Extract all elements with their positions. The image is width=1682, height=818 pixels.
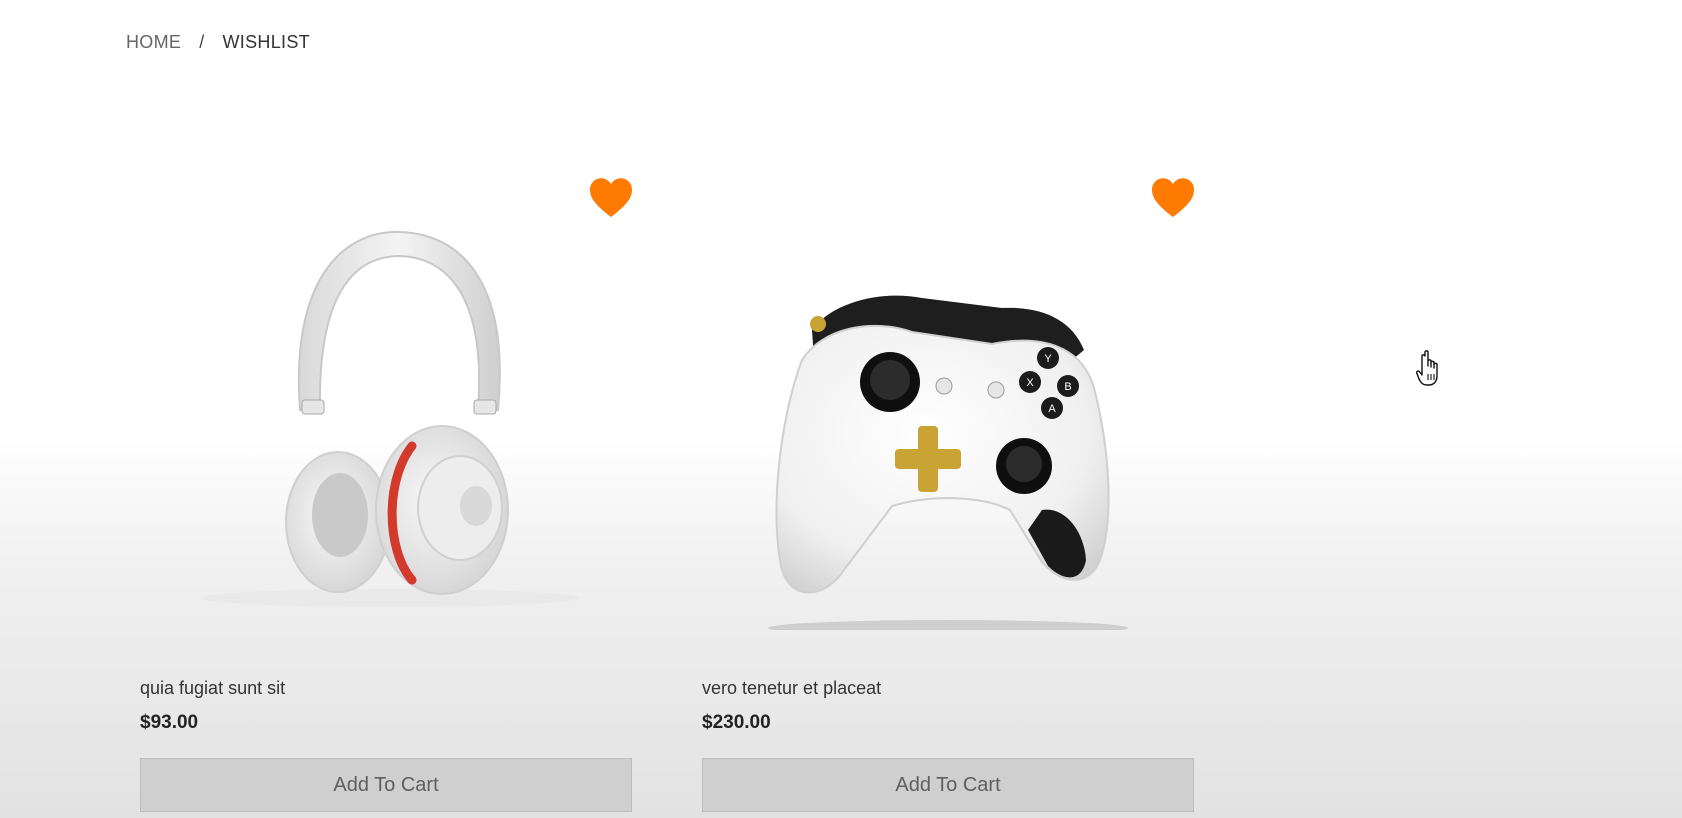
svg-text:X: X xyxy=(1026,377,1034,389)
headphones-image[interactable] xyxy=(180,210,600,630)
product-name[interactable]: vero tenetur et placeat xyxy=(702,678,881,699)
breadcrumb-separator: / xyxy=(199,32,205,52)
breadcrumb-home-link[interactable]: HOME xyxy=(126,32,181,53)
game-controller-image[interactable]: Y X B A xyxy=(742,210,1162,630)
svg-text:A: A xyxy=(1048,403,1056,415)
add-to-cart-button[interactable]: Add To Cart xyxy=(702,758,1194,812)
hand-pointer-icon xyxy=(1416,350,1438,386)
wishlist-item: quia fugiat sunt sit $93.00 Add To Cart xyxy=(140,140,634,818)
svg-text:B: B xyxy=(1064,381,1071,393)
breadcrumb: HOME / WISHLIST xyxy=(126,32,310,53)
breadcrumb-current: WISHLIST xyxy=(222,32,310,52)
product-price: $230.00 xyxy=(702,712,771,733)
product-price: $93.00 xyxy=(140,712,199,733)
wishlist-item: Y X B A vero tenetur et placeat $230.00 … xyxy=(702,140,1196,818)
add-to-cart-button[interactable]: Add To Cart xyxy=(140,758,632,812)
product-name[interactable]: quia fugiat sunt sit xyxy=(140,678,285,699)
wishlist-page: HOME / WISHLIST quia fugiat sunt sit $93… xyxy=(0,0,1682,818)
svg-text:Y: Y xyxy=(1044,353,1052,365)
